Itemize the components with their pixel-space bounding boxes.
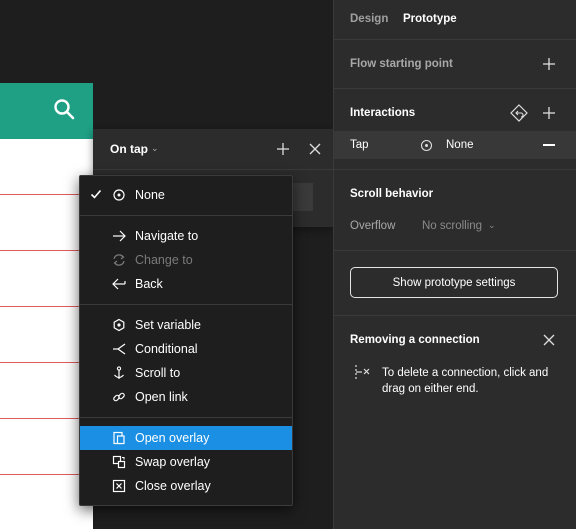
menu-item-label: Navigate to	[135, 229, 199, 243]
menu-item-open-overlay[interactable]: Open overlay	[80, 426, 292, 450]
plus-icon[interactable]	[273, 139, 293, 159]
circle-dot-icon	[113, 189, 125, 201]
chevron-down-icon[interactable]: ⌄	[151, 143, 159, 154]
menu-item-none[interactable]: None	[80, 183, 292, 207]
menu-item-label: Set variable	[135, 318, 202, 332]
arrow-right-icon	[113, 230, 126, 242]
overflow-label: Overflow	[350, 220, 396, 232]
interaction-row[interactable]: Tap None	[334, 131, 576, 159]
menu-separator	[80, 417, 292, 418]
frame-header[interactable]	[0, 83, 93, 139]
menu-item-set-variable[interactable]: Set variable	[80, 313, 292, 337]
branch-icon	[113, 343, 126, 355]
tab-prototype[interactable]: Prototype	[403, 13, 457, 25]
menu-item-label: Close overlay	[135, 479, 211, 493]
overflow-select[interactable]: No scrolling	[422, 220, 482, 232]
interaction-target-icon[interactable]	[509, 103, 529, 123]
minus-icon[interactable]	[543, 144, 555, 146]
menu-item-conditional[interactable]: Conditional	[80, 337, 292, 361]
menu-item-label: Scroll to	[135, 366, 181, 380]
menu-item-label: Back	[135, 277, 163, 291]
scroll-section: Scroll behavior	[334, 170, 576, 251]
menu-item-swap-overlay[interactable]: Swap overlay	[80, 450, 292, 474]
menu-separator	[80, 304, 292, 305]
interaction-trigger: Tap	[350, 139, 369, 151]
menu-item-label: Swap overlay	[135, 455, 211, 469]
arrow-left-icon	[112, 278, 126, 290]
close-icon[interactable]	[542, 333, 556, 347]
properties-panel: Design Prototype Flow starting point Int…	[333, 0, 576, 529]
swap-icon	[113, 254, 125, 266]
trigger-select[interactable]: On tap	[110, 142, 148, 156]
close-icon[interactable]	[305, 139, 325, 159]
flow-section: Flow starting point	[334, 40, 576, 89]
hexagon-icon	[113, 318, 125, 332]
app-root: On tap ⌄ None Navigate to Change to Back…	[0, 0, 576, 529]
action-row[interactable]	[293, 183, 313, 211]
check-icon	[90, 189, 102, 199]
menu-item-label: Conditional	[135, 342, 198, 356]
action-dropdown-menu: None Navigate to Change to Back Set vari…	[79, 175, 293, 506]
flow-title: Flow starting point	[350, 58, 453, 70]
menu-item-label: Open link	[135, 390, 188, 404]
panel-tabs: Design Prototype	[334, 0, 576, 40]
remove-connection-text: To delete a connection, click and drag o…	[382, 367, 549, 395]
button-label: Show prototype settings	[392, 277, 516, 289]
disconnect-icon	[355, 365, 370, 379]
chevron-down-icon[interactable]: ⌄	[488, 220, 496, 231]
menu-item-close-overlay[interactable]: Close overlay	[80, 474, 292, 498]
menu-item-label: Open overlay	[135, 431, 210, 445]
overlay-icon	[113, 431, 125, 445]
plus-icon[interactable]	[542, 106, 556, 120]
interactions-title: Interactions	[350, 107, 416, 119]
show-prototype-settings-button[interactable]: Show prototype settings	[350, 267, 558, 298]
interaction-action: None	[446, 139, 474, 151]
scroll-title: Scroll behavior	[350, 188, 434, 200]
plus-icon[interactable]	[542, 57, 556, 71]
menu-item-label: None	[135, 188, 165, 202]
menu-item-back[interactable]: Back	[80, 272, 292, 296]
popup-header: On tap ⌄	[93, 129, 333, 170]
close-overlay-icon	[112, 479, 126, 493]
tab-design[interactable]: Design	[350, 13, 388, 25]
circle-dot-icon	[420, 139, 433, 152]
menu-item-label: Change to	[135, 253, 193, 267]
menu-item-change-to: Change to	[80, 248, 292, 272]
anchor-icon	[114, 366, 124, 379]
link-icon	[113, 392, 125, 402]
remove-connection-title: Removing a connection	[350, 334, 480, 346]
swap-overlay-icon	[112, 455, 126, 469]
menu-item-open-link[interactable]: Open link	[80, 385, 292, 409]
menu-item-navigate-to[interactable]: Navigate to	[80, 224, 292, 248]
menu-item-scroll-to[interactable]: Scroll to	[80, 361, 292, 385]
search-icon	[54, 99, 75, 120]
menu-separator	[80, 215, 292, 216]
